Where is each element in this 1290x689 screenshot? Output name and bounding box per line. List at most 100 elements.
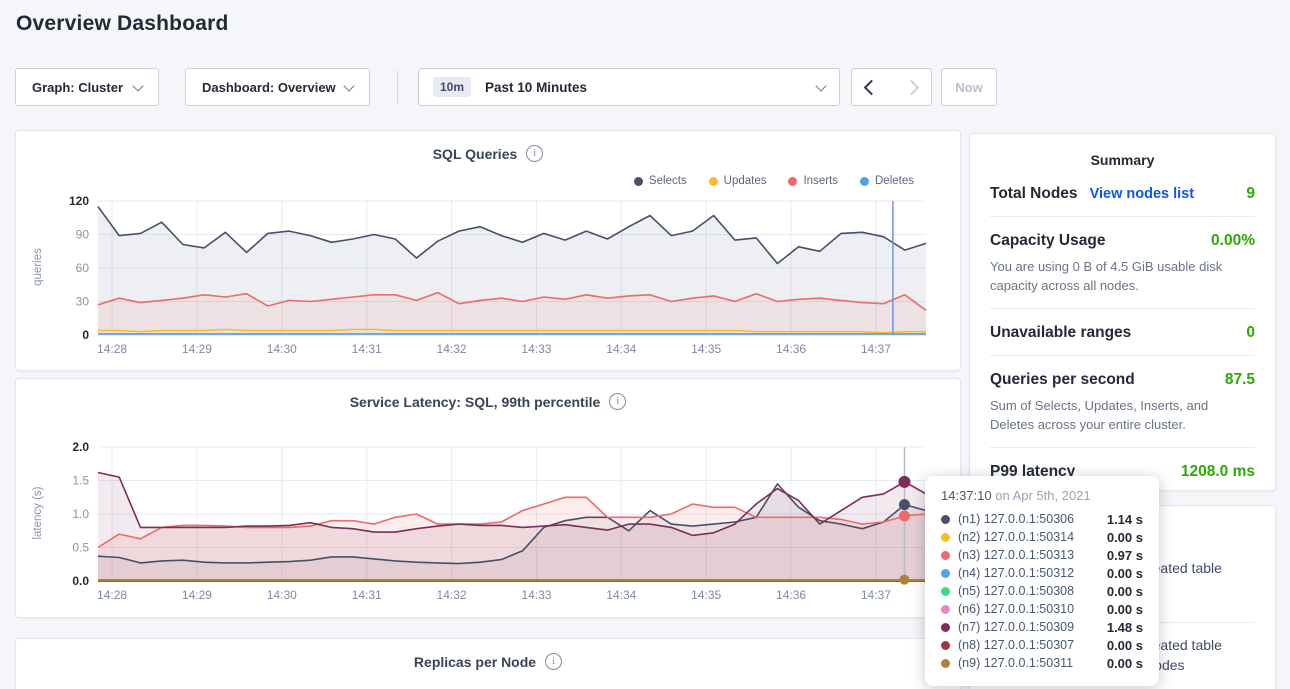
svg-text:14:31: 14:31 [352,342,382,356]
summary-stat-value: 1208.0 ms [1181,463,1255,481]
now-button: Now [941,68,997,106]
summary-card: Summary Total NodesView nodes list9Capac… [969,133,1276,491]
summary-stat-label: Queries per second [990,371,1135,389]
svg-text:120: 120 [69,195,89,208]
legend-item-inserts[interactable]: Inserts [788,175,838,187]
tooltip-row: (n8) 127.0.0.1:503070.00 s [941,636,1143,654]
legend-item-selects[interactable]: Selects [634,175,687,187]
tooltip-row: (n6) 127.0.0.1:503100.00 s [941,600,1143,618]
legend-label: Updates [724,175,767,187]
svg-text:1.5: 1.5 [72,474,89,488]
info-icon[interactable]: i [526,145,543,162]
service-latency-card: Service Latency: SQL, 99th percentile i … [15,378,961,618]
replicas-per-node-title: Replicas per Node i [16,653,960,670]
tooltip-node-label: (n8) 127.0.0.1:50307 [958,638,1074,652]
legend-label: Inserts [803,175,838,187]
replicas-per-node-card: Replicas per Node i [15,638,961,689]
tooltip-row: (n9) 127.0.0.1:503110.00 s [941,654,1143,672]
dashboard-dropdown[interactable]: Dashboard: Overview [185,68,370,106]
chevron-right-icon [903,79,919,95]
tooltip-row: (n1) 127.0.0.1:50306 1.14 s [941,510,1143,528]
tooltip-node-label: (n5) 127.0.0.1:50308 [958,584,1074,598]
tooltip-timestamp: 14:37:10 on Apr 5th, 2021 [941,488,1143,503]
tooltip-node-label: (n2) 127.0.0.1:50314 [958,530,1074,544]
svg-text:0: 0 [82,328,89,342]
tooltip-node-value: 1.14 s [1107,512,1143,527]
graph-dropdown[interactable]: Graph: Cluster [15,68,159,106]
overview-dashboard-page: Overview Dashboard Graph: Cluster Dashbo… [0,0,1290,689]
service-latency-plot[interactable]: 14:2814:2914:3014:3114:3214:3314:3414:35… [32,441,932,613]
series-dot-icon [941,623,950,632]
series-dot-icon [941,605,950,614]
info-icon[interactable]: i [545,653,562,670]
tooltip-node-value: 0.97 s [1107,548,1143,563]
dashboard-dropdown-label: Dashboard: Overview [202,80,336,95]
svg-text:14:30: 14:30 [267,342,297,356]
legend-label: Selects [649,175,687,187]
chevron-left-icon [864,79,880,95]
toolbar-divider [397,70,398,104]
tooltip-node-value: 0.00 s [1107,584,1143,599]
sql-queries-title: SQL Queries i [16,145,960,162]
summary-stat-desc: Sum of Selects, Updates, Inserts, and De… [990,396,1255,434]
info-icon[interactable]: i [609,393,626,410]
graph-dropdown-label: Graph: Cluster [32,80,123,95]
time-next-button [891,68,932,106]
series-dot-icon [941,641,950,650]
svg-text:30: 30 [76,295,90,309]
legend-dot-icon [634,177,643,186]
series-dot-icon [941,515,950,524]
svg-text:14:33: 14:33 [521,588,551,602]
svg-text:14:34: 14:34 [606,342,636,356]
svg-text:14:36: 14:36 [776,588,806,602]
summary-stat-label: Total Nodes [990,185,1078,203]
legend-item-updates[interactable]: Updates [709,175,767,187]
tooltip-node-label: (n9) 127.0.0.1:50311 [958,656,1073,670]
tooltip-node-label: (n7) 127.0.0.1:50309 [958,620,1074,634]
svg-text:90: 90 [76,228,90,242]
svg-text:14:30: 14:30 [267,588,297,602]
legend-dot-icon [709,177,718,186]
svg-text:14:28: 14:28 [97,342,127,356]
service-latency-title: Service Latency: SQL, 99th percentile i [16,393,960,410]
summary-stat: Unavailable ranges0 [990,309,1255,356]
series-dot-icon [941,569,950,578]
time-range-badge: 10m [433,77,471,97]
summary-stat-value: 0.00% [1211,232,1255,250]
tooltip-node-value: 1.48 s [1107,620,1143,635]
time-prev-button[interactable] [851,68,892,106]
summary-stat: Queries per second 87.5 Sum of Selects, Up… [990,356,1255,448]
summary-stat-value: 0 [1246,324,1255,342]
tooltip-row: (n7) 127.0.0.1:50309 1.48 s [941,618,1143,636]
tooltip-node-label: (n1) 127.0.0.1:50306 [958,512,1074,526]
legend-dot-icon [860,177,869,186]
sql-queries-plot[interactable]: 14:2814:2914:3014:3114:3214:3314:3414:35… [32,195,932,367]
summary-stats: Total NodesView nodes list9Capacity Usag… [990,170,1255,494]
summary-stat-value: 87.5 [1225,371,1255,389]
series-dot-icon [941,587,950,596]
time-range-dropdown[interactable]: 10m Past 10 Minutes [418,68,840,106]
view-nodes-list-link[interactable]: View nodes list [1090,186,1195,202]
summary-stat: Total NodesView nodes list9 [990,170,1255,217]
svg-text:14:29: 14:29 [182,588,212,602]
svg-text:0.0: 0.0 [72,574,89,588]
series-dot-icon [941,533,950,542]
svg-text:1.0: 1.0 [72,507,89,521]
legend-item-deletes[interactable]: Deletes [860,175,914,187]
svg-text:14:35: 14:35 [691,588,721,602]
svg-text:14:34: 14:34 [606,588,636,602]
time-range-label: Past 10 Minutes [485,80,587,95]
tooltip-row: (n2) 127.0.0.1:50314 0.00 s [941,528,1143,546]
chevron-down-icon [815,80,826,91]
page-title: Overview Dashboard [16,12,229,36]
svg-text:60: 60 [76,261,90,275]
svg-text:14:28: 14:28 [97,588,127,602]
legend-dot-icon [788,177,797,186]
tooltip-node-label: (n4) 127.0.0.1:50312 [958,566,1074,580]
tooltip-node-value: 0.00 s [1107,530,1143,545]
summary-stat-label: Capacity Usage [990,232,1105,250]
svg-text:14:33: 14:33 [521,342,551,356]
svg-text:14:37: 14:37 [861,342,891,356]
svg-text:0.5: 0.5 [72,541,89,555]
svg-text:14:31: 14:31 [352,588,382,602]
